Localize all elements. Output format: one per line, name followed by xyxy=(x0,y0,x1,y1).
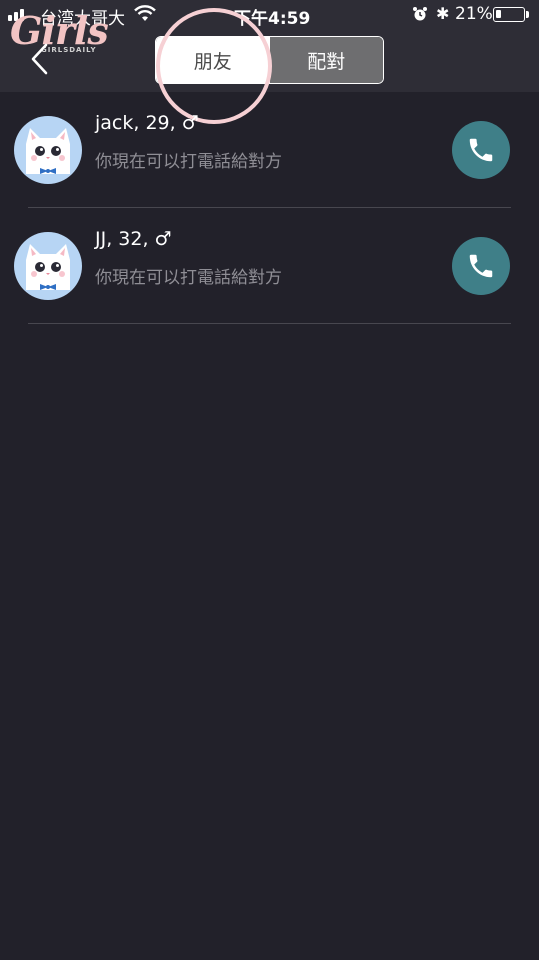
phone-icon xyxy=(469,254,493,278)
app-header: 台湾大哥大 下午4:59 ✱ 21% Girls GIRLSDAILY 朋友 配… xyxy=(0,0,539,92)
tab-friends[interactable]: 朋友 xyxy=(156,37,270,83)
alarm-icon xyxy=(413,7,427,21)
wifi-icon xyxy=(134,5,156,21)
cat-avatar-icon xyxy=(26,128,70,174)
status-time: 下午4:59 xyxy=(234,9,311,29)
segmented-control: 朋友 配對 xyxy=(155,36,384,84)
call-button[interactable] xyxy=(452,237,510,295)
cat-avatar-icon xyxy=(26,244,70,290)
avatar xyxy=(14,232,82,300)
contact-subtitle: 你現在可以打電話給對方 xyxy=(95,152,282,172)
phone-icon xyxy=(469,138,493,162)
contact-name: jack, 29, ♂ xyxy=(95,112,199,134)
back-button[interactable] xyxy=(28,42,54,76)
bluetooth-icon: ✱ xyxy=(436,4,450,23)
watermark-logo: Girls GIRLSDAILY xyxy=(10,6,110,60)
contact-list: jack, 29, ♂ 你現在可以打電話給對方 JJ, 32, ♂ 你現在可以打… xyxy=(0,92,539,324)
row-divider xyxy=(28,323,511,324)
avatar xyxy=(14,116,82,184)
battery-cap xyxy=(526,11,529,18)
contact-name: JJ, 32, ♂ xyxy=(95,228,172,250)
list-item[interactable]: jack, 29, ♂ 你現在可以打電話給對方 xyxy=(0,92,539,208)
list-item[interactable]: JJ, 32, ♂ 你現在可以打電話給對方 xyxy=(0,208,539,324)
battery-icon xyxy=(493,7,525,22)
call-button[interactable] xyxy=(452,121,510,179)
battery-percent: 21% xyxy=(455,4,493,24)
tab-matches[interactable]: 配對 xyxy=(269,37,383,83)
battery-level-fill xyxy=(496,10,501,18)
contact-subtitle: 你現在可以打電話給對方 xyxy=(95,268,282,288)
chevron-left-icon xyxy=(31,43,48,75)
